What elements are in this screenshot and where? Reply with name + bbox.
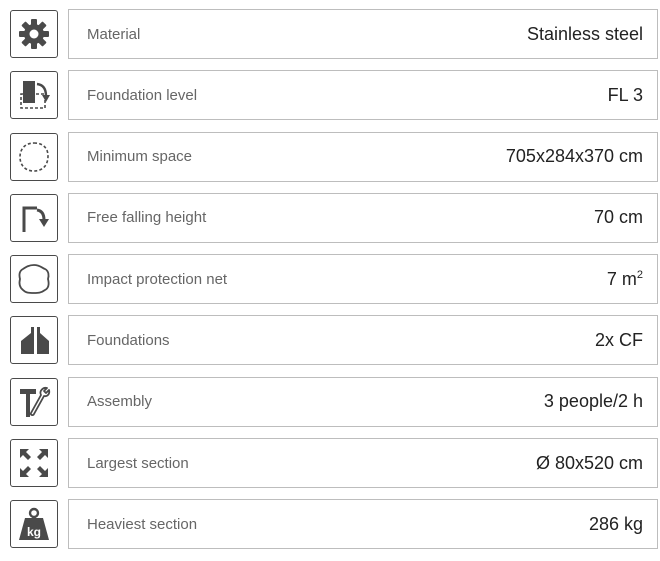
foundations-icon (10, 316, 58, 365)
spec-value-number: 7 m (606, 268, 637, 289)
spec-label: Material (87, 25, 141, 43)
spec-label: Assembly (87, 393, 153, 411)
spec-row-impact-protection-net: Impact protection net 7 m2 (10, 254, 658, 305)
spec-row-foundation-level: Foundation level FL 3 (10, 70, 658, 121)
spec-largest-section: Largest section Ø 80x520 cm (68, 438, 658, 489)
spec-value: 705x284x370 cm (505, 146, 643, 167)
spec-label: Heaviest section (87, 515, 198, 533)
gear-icon (10, 10, 58, 58)
hammer-wrench-icon (10, 377, 58, 426)
spec-label: Impact protection net (87, 270, 228, 288)
spec-row-heaviest-section: kg Heaviest section 286 kg (10, 499, 658, 550)
spec-foundations: Foundations 2x CF (68, 315, 658, 366)
spec-value: Ø 80x520 cm (535, 452, 643, 473)
spec-row-largest-section: Largest section Ø 80x520 cm (10, 438, 658, 489)
fall-height-icon (10, 193, 58, 242)
spec-impact-protection-net: Impact protection net 7 m2 (68, 254, 658, 305)
spec-label: Largest section (87, 454, 189, 472)
expand-arrows-icon (10, 439, 58, 488)
spec-row-material: Material Stainless steel (10, 9, 658, 59)
spec-value: 3 people/2 h (543, 391, 643, 412)
spec-label: Minimum space (87, 148, 193, 166)
spec-value: 70 cm (593, 207, 643, 228)
spec-list: Material Stainless steel Foundation leve… (10, 9, 658, 561)
foundation-level-icon (10, 71, 58, 120)
minimum-space-icon (10, 132, 58, 181)
weight-kg-label: kg (27, 525, 41, 539)
spec-value: 286 kg (588, 513, 643, 534)
spec-minimum-space: Minimum space 705x284x370 cm (68, 131, 658, 182)
spec-assembly: Assembly 3 people/2 h (68, 376, 658, 427)
spec-row-assembly: Assembly 3 people/2 h (10, 376, 658, 427)
spec-free-falling-height: Free falling height 70 cm (68, 192, 658, 243)
spec-value: FL 3 (607, 84, 643, 105)
spec-value: Stainless steel (526, 23, 643, 44)
spec-row-foundations: Foundations 2x CF (10, 315, 658, 366)
weight-kg-icon: kg (10, 500, 58, 549)
spec-value-superscript: 2 (636, 268, 643, 281)
spec-row-minimum-space: Minimum space 705x284x370 cm (10, 131, 658, 182)
spec-row-free-falling-height: Free falling height 70 cm (10, 192, 658, 243)
spec-value: 2x CF (594, 329, 643, 350)
spec-label: Foundation level (87, 86, 198, 104)
spec-material: Material Stainless steel (68, 9, 658, 59)
spec-label: Free falling height (87, 209, 207, 227)
spec-value: 7 m2 (607, 269, 643, 290)
spec-label: Foundations (87, 331, 170, 349)
spec-heaviest-section: Heaviest section 286 kg (68, 499, 658, 550)
impact-net-icon (10, 255, 58, 304)
spec-foundation-level: Foundation level FL 3 (68, 70, 658, 121)
